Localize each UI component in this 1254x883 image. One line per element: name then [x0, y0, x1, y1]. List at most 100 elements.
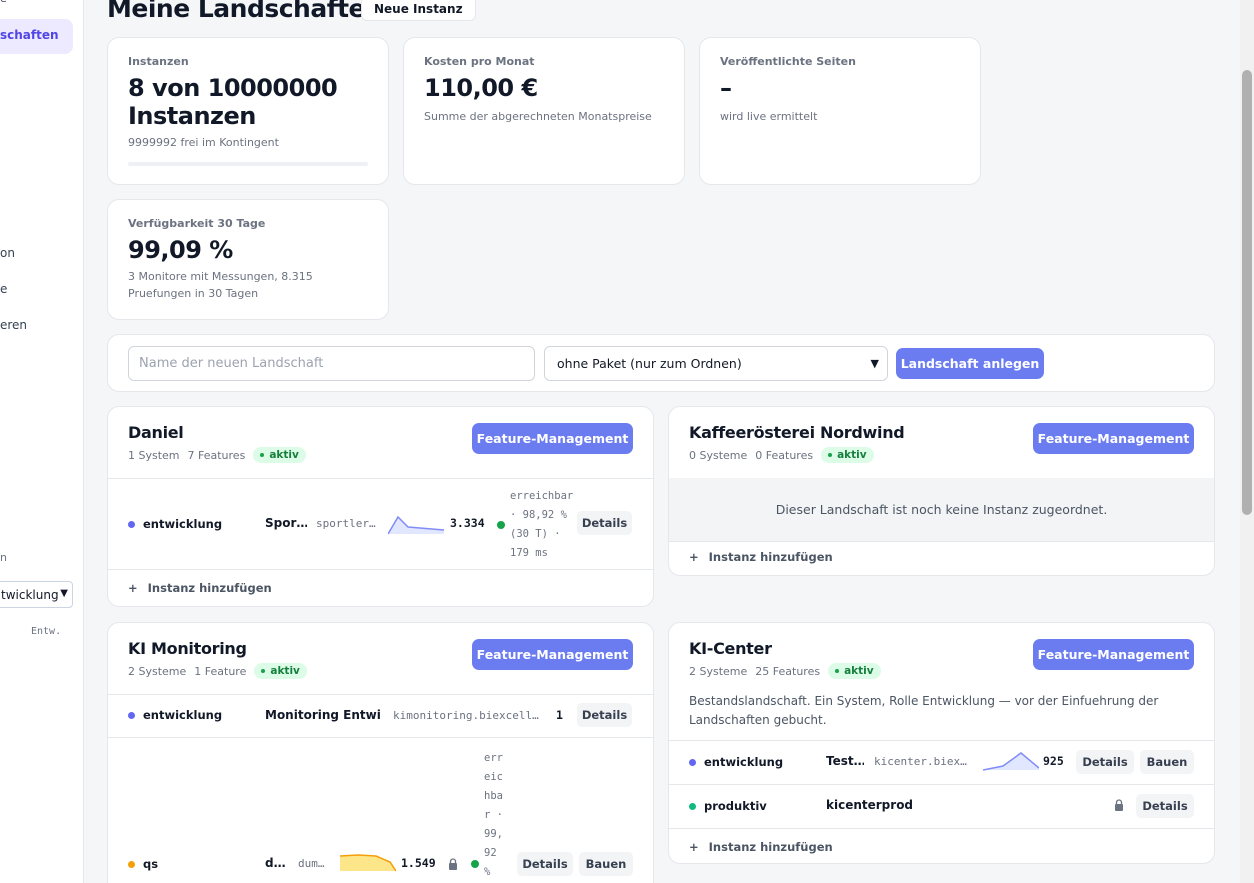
- lock-icon: [1115, 799, 1123, 811]
- request-count: 1: [556, 708, 563, 722]
- feature-management-button[interactable]: Feature-Management: [1033, 423, 1194, 454]
- details-button[interactable]: Details: [517, 852, 573, 876]
- stat-sub: 9999992 frei im Kontingent: [128, 136, 279, 149]
- status-badge: aktiv: [828, 663, 881, 679]
- sidebar-item[interactable]: on: [0, 246, 15, 260]
- availability-dot: [471, 860, 479, 868]
- feature-management-button[interactable]: Feature-Management: [472, 423, 633, 454]
- instance-host[interactable]: dum…: [298, 857, 328, 870]
- details-button[interactable]: Details: [577, 703, 632, 727]
- build-button[interactable]: Bauen: [1140, 750, 1194, 774]
- availability-text: erreichbar · 98,92 % (30 T) · 179 ms: [510, 490, 574, 559]
- request-count: 3.334: [450, 516, 485, 530]
- add-instance-button[interactable]: + Instanz hinzufügen: [128, 581, 272, 595]
- create-landscape-button[interactable]: Landschaft anlegen: [896, 348, 1044, 379]
- instance-host[interactable]: kicenter.biex…: [874, 755, 974, 768]
- landscape-meta: 2 Systeme 1 Feature aktiv: [128, 663, 307, 679]
- package-select[interactable]: ohne Paket (nur zum Ordnen) ▼: [544, 346, 888, 381]
- sidebar-item[interactable]: e: [0, 282, 7, 296]
- plus-icon: +: [689, 840, 699, 854]
- landscape-title: KI Monitoring: [128, 639, 247, 658]
- scrollbar-thumb[interactable]: [1242, 70, 1252, 515]
- landscape-meta: 0 Systeme 0 Features aktiv: [689, 447, 874, 463]
- availability-dot: [497, 521, 505, 529]
- package-select-value: ohne Paket (nur zum Ordnen): [557, 356, 742, 371]
- sidebar: e schaften on e eren n twicklung ▼ Entw.: [0, 0, 84, 883]
- new-instance-button[interactable]: Neue Instanz: [361, 0, 476, 21]
- divider: [669, 740, 1214, 741]
- plus-icon: +: [689, 550, 699, 564]
- stat-card-instances: Instanzen 8 von 10000000 Instanzen 99999…: [107, 37, 389, 185]
- instance-host[interactable]: kimonitoring.biexcell…: [393, 709, 545, 722]
- create-landscape-form: ohne Paket (nur zum Ordnen) ▼ Landschaft…: [107, 334, 1215, 392]
- stat-sub: Summe der abgerechneten Monatspreise: [424, 110, 652, 123]
- stat-value: –: [720, 74, 732, 102]
- feature-count: 25 Features: [755, 664, 821, 678]
- divider: [669, 828, 1214, 829]
- chevron-down-icon: ▼: [60, 588, 68, 599]
- sidebar-section-label: n: [0, 551, 7, 564]
- empty-state: Dieser Landschaft ist noch keine Instanz…: [669, 478, 1214, 541]
- page-scrollbar[interactable]: [1240, 0, 1254, 883]
- stat-value: 8 von 10000000 Instanzen: [128, 74, 338, 130]
- instance-name[interactable]: d…: [265, 856, 285, 870]
- details-button[interactable]: Details: [1136, 794, 1194, 818]
- instance-name[interactable]: kicenterprod: [826, 798, 946, 812]
- feature-management-button[interactable]: Feature-Management: [1033, 639, 1194, 670]
- add-instance-button[interactable]: + Instanz hinzufügen: [689, 550, 833, 564]
- env-label: entwicklung: [128, 708, 222, 722]
- stat-label: Instanzen: [128, 55, 189, 68]
- stat-value: 99,09 %: [128, 236, 233, 264]
- divider: [108, 478, 653, 479]
- status-badge: aktiv: [254, 663, 307, 679]
- feature-count: 0 Features: [755, 448, 814, 462]
- request-count: 925: [1043, 754, 1064, 768]
- stat-sub: wird live ermittelt: [720, 110, 818, 123]
- landscape-card-ki-center: KI-Center 2 Systeme 25 Features aktiv Fe…: [668, 622, 1215, 864]
- stat-label: Kosten pro Monat: [424, 55, 535, 68]
- divider: [108, 737, 653, 738]
- feature-management-button[interactable]: Feature-Management: [472, 639, 633, 670]
- traffic-sparkline: [983, 752, 1039, 771]
- env-label: entwicklung: [689, 755, 783, 769]
- status-badge: aktiv: [821, 447, 874, 463]
- quota-progress-bar: [128, 162, 368, 166]
- instance-host[interactable]: sportler…: [316, 517, 382, 530]
- add-instance-button[interactable]: + Instanz hinzufügen: [689, 840, 833, 854]
- landscape-name-input[interactable]: [128, 346, 535, 381]
- sidebar-item-landschaften[interactable]: schaften: [0, 19, 73, 54]
- stat-card-costs: Kosten pro Monat 110,00 € Summe der abge…: [403, 37, 685, 185]
- landscape-title: KI-Center: [689, 639, 772, 658]
- instance-name[interactable]: Spor…: [265, 516, 307, 530]
- divider: [669, 541, 1214, 542]
- build-button[interactable]: Bauen: [579, 852, 633, 876]
- instance-name[interactable]: Monitoring Entwi…: [265, 708, 381, 722]
- instance-name[interactable]: Test…: [826, 754, 864, 768]
- landscape-title: Kaffeerösterei Nordwind: [689, 423, 905, 442]
- env-label: entwicklung: [128, 517, 222, 531]
- environment-select-value: twicklung: [1, 587, 59, 602]
- sidebar-item-fragment[interactable]: e: [0, 0, 7, 5]
- details-button[interactable]: Details: [1076, 750, 1134, 774]
- divider: [108, 694, 653, 695]
- env-label: qs: [128, 857, 158, 871]
- system-count: 2 Systeme: [689, 664, 748, 678]
- details-button[interactable]: Details: [577, 511, 632, 535]
- stat-sub: 3 Monitore mit Messungen, 8.315 Pruefung…: [128, 270, 313, 300]
- landscape-meta: 1 System 7 Features aktiv: [128, 447, 306, 463]
- page-title: Meine Landschaften: [107, 0, 383, 23]
- divider: [108, 569, 653, 570]
- environment-select[interactable]: twicklung ▼: [0, 581, 73, 608]
- stat-card-availability: Verfügbarkeit 30 Tage 99,09 % 3 Monitore…: [107, 199, 389, 320]
- availability-text: erreichbar · 99,92 % (3: [484, 752, 503, 878]
- chevron-down-icon: ▼: [870, 357, 879, 370]
- stat-value: 110,00 €: [424, 74, 538, 102]
- traffic-sparkline: [340, 854, 396, 872]
- system-count: 2 Systeme: [128, 664, 187, 678]
- stat-card-pages: Veröffentlichte Seiten – wird live ermit…: [699, 37, 981, 185]
- sidebar-item[interactable]: eren: [0, 318, 27, 332]
- lock-icon: [449, 858, 457, 870]
- landscape-card-kaffeeroesterei: Kaffeerösterei Nordwind 0 Systeme 0 Feat…: [668, 406, 1215, 576]
- env-label: produktiv: [689, 799, 767, 813]
- landscape-description: Bestandslandschaft. Ein System, Rolle En…: [689, 694, 1159, 727]
